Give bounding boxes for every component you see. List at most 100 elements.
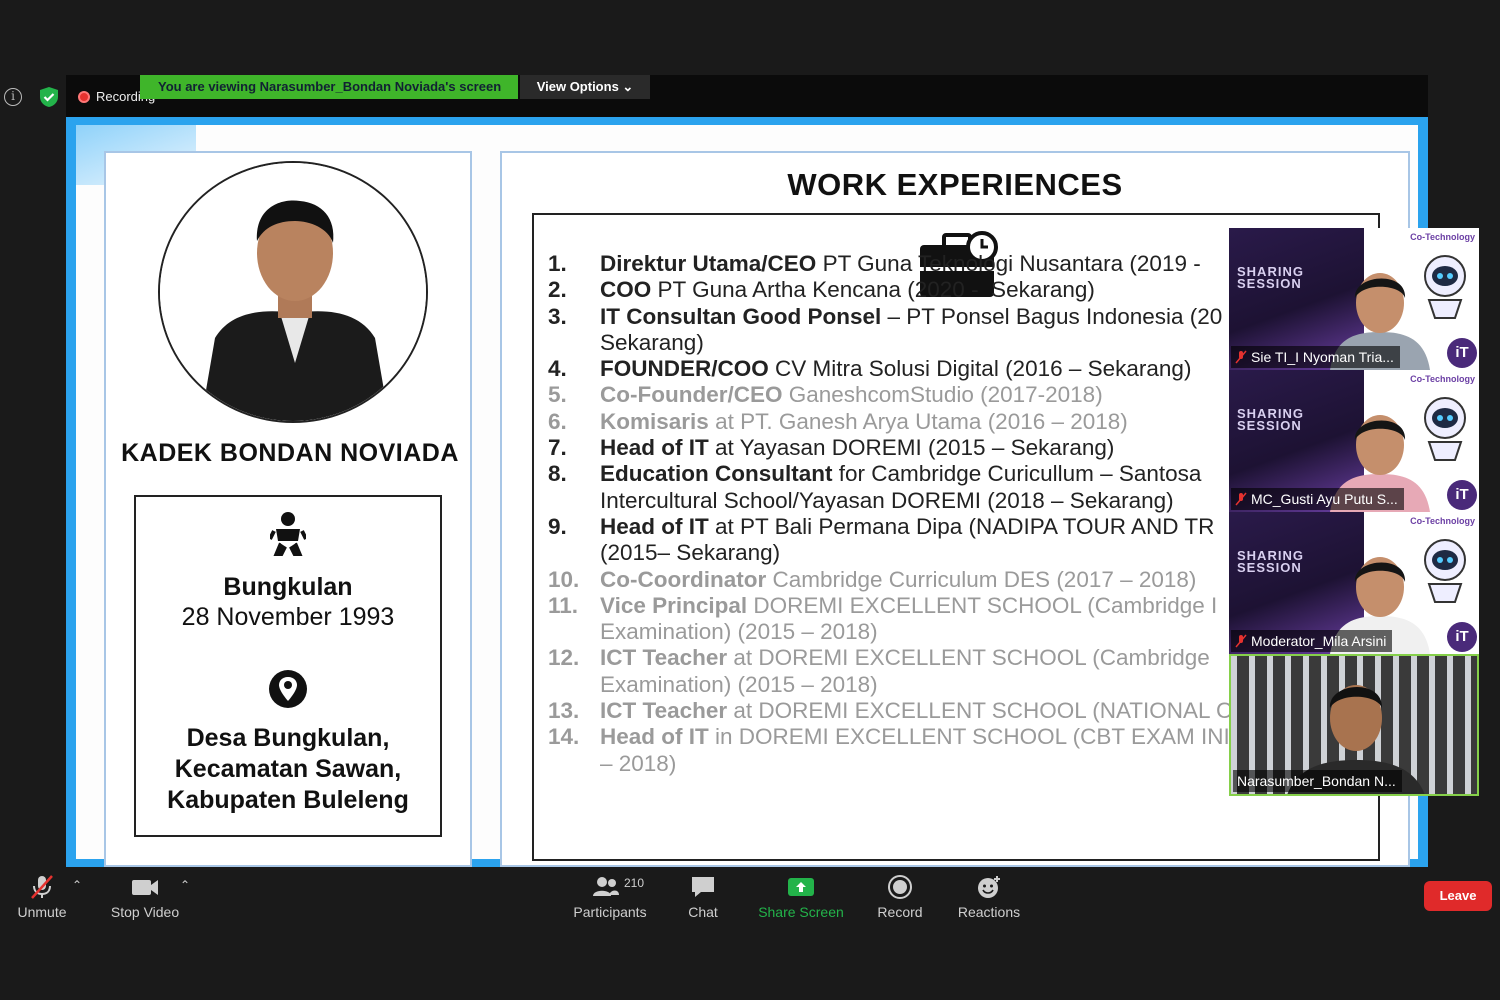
- shared-screen: KADEK BONDAN NOVIADA Bungkulan 28 Novemb…: [66, 117, 1428, 867]
- unmute-label: Unmute: [17, 904, 67, 920]
- participant-video-tile[interactable]: SHARING SESSION Co-Technology iT Moderator_…: [1229, 512, 1479, 654]
- experience-role: IT Consultan Good Ponsel: [600, 303, 882, 329]
- profile-card: KADEK BONDAN NOVIADA Bungkulan 28 Novemb…: [104, 151, 472, 867]
- speaker-photo: [158, 161, 428, 423]
- record-label: Record: [877, 904, 923, 920]
- experience-text: FOUNDER/COO CV Mitra Solusi Digital (201…: [600, 356, 1191, 382]
- experience-text: ICT Teacher at DOREMI EXCELLENT SCHOOL (…: [600, 698, 1232, 724]
- experience-detail: CV Mitra Solusi Digital (2016 – Sekarang…: [768, 356, 1192, 382]
- cotech-label: Co-Technology: [1410, 516, 1475, 526]
- session-banner-text: SHARING SESSION: [1237, 406, 1304, 433]
- cotech-label: Co-Technology: [1410, 374, 1475, 384]
- it-logo-icon: iT: [1447, 622, 1477, 652]
- participant-name-text: Sie TI_I Nyoman Tria...: [1251, 349, 1394, 365]
- address: Desa Bungkulan, Kecamatan Sawan, Kabupat…: [167, 724, 409, 814]
- leave-button[interactable]: Leave: [1424, 881, 1492, 911]
- experience-number: 7.: [548, 435, 567, 461]
- it-logo-icon: iT: [1447, 480, 1477, 510]
- experience-detail: GaneshcomStudio (2017-2018): [782, 382, 1103, 408]
- unmute-button[interactable]: Unmute: [10, 868, 74, 930]
- share-screen-icon: [788, 878, 814, 896]
- session-banner-text: SHARING SESSION: [1237, 548, 1304, 575]
- experience-role: Head of IT: [600, 435, 709, 461]
- participant-name: Narasumber_Bondan N...: [1233, 770, 1402, 792]
- experience-role: Education Consultant: [600, 461, 833, 487]
- experience-text: Education Consultant for Cambridge Curic…: [600, 461, 1201, 514]
- work-title: WORK EXPERIENCES: [787, 167, 1123, 202]
- experience-number: 11.: [548, 592, 579, 618]
- experience-text: Vice Principal DOREMI EXCELLENT SCHOOL (…: [600, 593, 1217, 646]
- experience-number: 5.: [548, 382, 567, 408]
- session-banner-text: SHARING SESSION: [1237, 264, 1304, 291]
- experience-role: Vice Principal: [600, 592, 748, 618]
- experience-text: Head of IT in DOREMI EXCELLENT SCHOOL (C…: [600, 724, 1245, 777]
- video-options-caret-icon[interactable]: ⌃: [180, 878, 190, 892]
- experience-text: Co-Founder/CEO GaneshcomStudio (2017-201…: [600, 382, 1103, 408]
- reactions-button[interactable]: Reactions: [956, 868, 1022, 930]
- experience-number: 3.: [548, 303, 567, 329]
- experience-number: 4.: [548, 356, 567, 382]
- participant-video-tile[interactable]: SHARING SESSION Co-Technology iT Sie TI_I N…: [1229, 228, 1479, 370]
- experience-text: Direktur Utama/CEO PT Guna Teknologi Nus…: [600, 251, 1201, 277]
- birth-place: Bungkulan: [223, 573, 353, 601]
- audio-options-caret-icon[interactable]: ⌃: [72, 878, 82, 892]
- speaker-portrait-icon: [160, 163, 426, 421]
- participant-video-tile[interactable]: SHARING SESSION Co-Technology iT MC_Gusti A…: [1229, 370, 1479, 512]
- experience-number: 9.: [548, 513, 567, 539]
- stop-video-label: Stop Video: [110, 904, 180, 920]
- experience-role: ICT Teacher: [600, 698, 728, 724]
- participant-name-text: MC_Gusti Ayu Putu S...: [1251, 491, 1398, 507]
- participant-name-text: Moderator_Mila Arsini: [1251, 633, 1387, 649]
- view-options-button[interactable]: View Options ⌄: [520, 75, 650, 99]
- experience-number: 13.: [548, 698, 580, 724]
- record-button[interactable]: Record: [874, 868, 926, 930]
- experience-text: ICT Teacher at DOREMI EXCELLENT SCHOOL (…: [600, 645, 1210, 698]
- experience-detail: at DOREMI EXCELLENT SCHOOL (NATIONAL C: [727, 698, 1233, 724]
- share-screen-button[interactable]: Share Screen: [758, 868, 844, 930]
- muted-mic-icon: [1235, 634, 1247, 648]
- experience-text: COO PT Guna Artha Kencana (2020 - Sekara…: [600, 277, 1095, 303]
- experience-role: Direktur Utama/CEO: [600, 251, 817, 276]
- muted-mic-icon: [1235, 350, 1247, 364]
- experience-detail: PT Guna Teknologi Nusantara (2019 -: [816, 251, 1201, 276]
- stop-video-button[interactable]: Stop Video: [104, 868, 186, 930]
- muted-microphone-icon: [31, 875, 53, 899]
- participant-name: Moderator_Mila Arsini: [1231, 630, 1393, 652]
- experience-role: Head of IT: [600, 724, 709, 750]
- participant-name-text: Narasumber_Bondan N...: [1237, 773, 1396, 789]
- experience-number: 6.: [548, 408, 567, 434]
- reactions-emoji-icon: [978, 876, 1000, 898]
- info-icon[interactable]: i: [4, 88, 22, 106]
- experience-detail: PT Guna Artha Kencana (2020 - Sekarang): [651, 277, 1095, 303]
- participants-count: 210: [624, 876, 645, 890]
- encryption-shield-icon[interactable]: [38, 86, 60, 108]
- zoom-meeting-window: i Recording You are viewing Narasumber_B…: [0, 0, 1500, 1000]
- experience-number: 2.: [548, 277, 567, 303]
- experience-text: Head of IT at Yayasan DOREMI (2015 – Sek…: [600, 435, 1114, 461]
- experience-role: Co-Founder/CEO: [600, 382, 783, 408]
- experience-text: IT Consultan Good Ponsel – PT Ponsel Bag…: [600, 304, 1222, 357]
- experience-number: 10.: [548, 566, 580, 592]
- record-icon: [888, 875, 912, 899]
- participants-icon: [593, 877, 619, 896]
- experience-detail: Cambridge Curriculum DES (2017 – 2018): [766, 566, 1197, 592]
- experience-role: Komisaris: [600, 408, 709, 434]
- participant-video-tile[interactable]: Narasumber_Bondan N...: [1229, 654, 1479, 796]
- experience-number: 14.: [548, 724, 580, 750]
- experience-text: Co-Coordinator Cambridge Curriculum DES …: [600, 567, 1196, 593]
- speaker-name: KADEK BONDAN NOVIADA: [121, 439, 459, 467]
- experience-role: Co-Coordinator: [600, 566, 767, 592]
- slide-canvas: KADEK BONDAN NOVIADA Bungkulan 28 Novemb…: [76, 125, 1418, 867]
- experience-number: 8.: [548, 461, 567, 487]
- chat-button[interactable]: Chat: [678, 868, 728, 930]
- cotech-label: Co-Technology: [1410, 232, 1475, 242]
- experience-role: COO: [600, 277, 652, 303]
- chat-bubble-icon: [692, 877, 714, 897]
- experience-text: Head of IT at PT Bali Permana Dipa (NADI…: [600, 514, 1214, 567]
- experience-detail: at Yayasan DOREMI (2015 – Sekarang): [708, 435, 1115, 461]
- baby-icon: [270, 512, 306, 556]
- experience-role: FOUNDER/COO: [600, 356, 769, 382]
- experience-detail: at PT. Ganesh Arya Utama (2016 – 2018): [708, 408, 1128, 434]
- birth-date: 28 November 1993: [181, 603, 395, 631]
- experience-role: ICT Teacher: [600, 645, 728, 671]
